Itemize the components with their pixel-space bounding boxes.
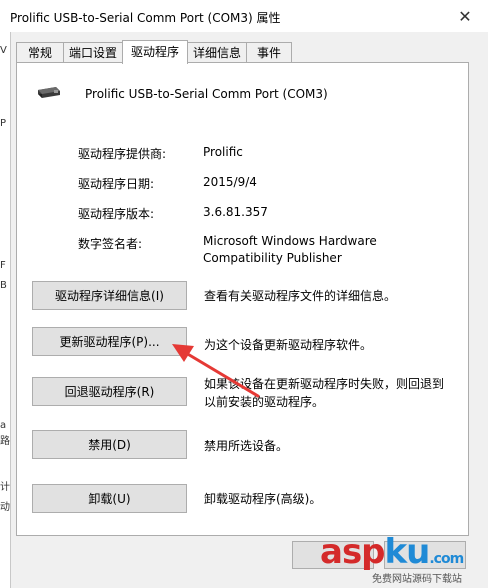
provider-value: Prolific — [203, 145, 243, 159]
uninstall-driver-button[interactable]: 卸载(U) — [32, 484, 187, 513]
signer-value: Microsoft Windows Hardware Compatibility… — [203, 234, 377, 265]
provider-label: 驱动程序提供商: — [78, 147, 167, 161]
tab-driver[interactable]: 驱动程序 — [122, 40, 188, 64]
bg-char: F — [0, 260, 6, 271]
watermark: aspku.com 免费网站源码下载站 — [316, 532, 488, 588]
rollback-driver-button[interactable]: 回退驱动程序(R) — [32, 377, 187, 406]
tab-label: 事件 — [256, 46, 281, 60]
tab-general[interactable]: 常规 — [16, 42, 64, 63]
bg-char: B — [0, 280, 7, 291]
title-bar: Prolific USB-to-Serial Comm Port (COM3) … — [0, 0, 488, 32]
disable-device-button[interactable]: 禁用(D) — [32, 430, 187, 459]
bg-char: P — [0, 118, 7, 129]
update-driver-button[interactable]: 更新驱动程序(P)... — [32, 327, 187, 356]
bg-char: V — [0, 45, 7, 56]
version-value: 3.6.81.357 — [203, 205, 268, 219]
date-value: 2015/9/4 — [203, 175, 257, 189]
tab-details[interactable]: 详细信息 — [187, 42, 247, 63]
driver-details-button[interactable]: 驱动程序详细信息(I) — [32, 281, 187, 310]
watermark-logo: aspku.com — [320, 532, 464, 572]
button-label: 禁用(D) — [88, 438, 131, 452]
close-button[interactable]: ✕ — [442, 0, 488, 32]
date-label: 驱动程序日期: — [78, 177, 155, 191]
bg-char: a — [0, 420, 7, 431]
tab-label: 详细信息 — [192, 46, 241, 60]
tab-events[interactable]: 事件 — [246, 42, 292, 63]
device-name: Prolific USB-to-Serial Comm Port (COM3) — [85, 87, 328, 101]
tab-label: 端口设置 — [68, 46, 117, 60]
background-window-strip: V P F B a 路 计 动 — [0, 32, 11, 588]
button-label: 驱动程序详细信息(I) — [55, 289, 164, 303]
close-icon: ✕ — [458, 6, 472, 26]
window-title: Prolific USB-to-Serial Comm Port (COM3) … — [10, 11, 281, 25]
signer-label: 数字签名者: — [78, 237, 143, 251]
rollback-driver-description: 如果该设备在更新驱动程序时失败，则回退到以前安装的驱动程序。 — [204, 377, 445, 409]
tab-label: 常规 — [27, 46, 52, 60]
disable-device-description: 禁用所选设备。 — [204, 439, 289, 453]
driver-details-description: 查看有关驱动程序文件的详细信息。 — [204, 289, 397, 303]
uninstall-driver-description: 卸载驱动程序(高级)。 — [204, 492, 322, 506]
button-label: 回退驱动程序(R) — [64, 385, 155, 399]
button-label: 更新驱动程序(P)... — [59, 335, 160, 349]
bg-char: 计 — [0, 482, 10, 493]
tab-port-settings[interactable]: 端口设置 — [63, 42, 123, 63]
usb-serial-device-icon — [38, 87, 60, 98]
watermark-subtitle: 免费网站源码下载站 — [372, 574, 462, 585]
update-driver-description: 为这个设备更新驱动程序软件。 — [204, 338, 373, 352]
bg-char: 动 — [0, 502, 10, 513]
version-label: 驱动程序版本: — [78, 207, 155, 221]
tab-label: 驱动程序 — [130, 45, 179, 59]
bg-char: 路 — [0, 436, 10, 447]
button-label: 卸载(U) — [88, 492, 131, 506]
